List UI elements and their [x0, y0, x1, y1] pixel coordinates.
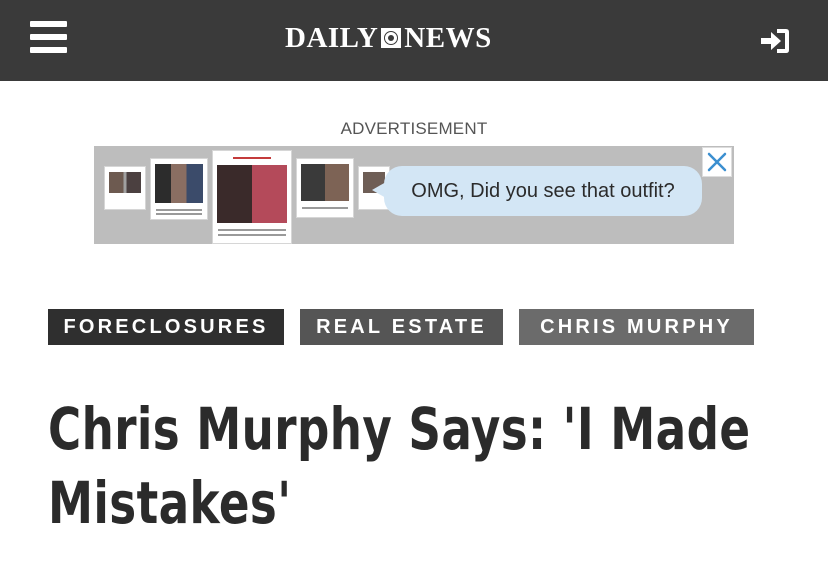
ad-thumbnail	[212, 150, 292, 244]
ad-thumbnail	[104, 166, 146, 210]
logo-text-news: NEWS	[404, 21, 492, 54]
ad-thumbnail	[296, 158, 354, 218]
tag-foreclosures[interactable]: FORECLOSURES	[48, 309, 284, 345]
article-page: DAILY NEWS ADVERTISEMENT OMG, Did you se…	[0, 0, 828, 580]
advertisement-label: ADVERTISEMENT	[340, 119, 488, 138]
close-icon[interactable]	[702, 147, 732, 177]
advertisement-banner[interactable]: OMG, Did you see that outfit?	[94, 146, 734, 244]
site-logo[interactable]: DAILY NEWS	[285, 21, 492, 55]
logo-seal-icon	[381, 28, 402, 48]
sign-in-icon[interactable]	[760, 28, 790, 54]
ad-speech-bubble: OMG, Did you see that outfit?	[372, 166, 702, 216]
ad-thumbnail	[150, 158, 208, 220]
site-header: DAILY NEWS	[0, 0, 828, 81]
hamburger-menu-icon[interactable]	[30, 21, 67, 54]
logo-text-daily: DAILY	[285, 21, 379, 54]
tag-real-estate[interactable]: REAL ESTATE	[300, 309, 503, 345]
article-headline: Chris Murphy Says: 'I Made Mistakes'	[48, 395, 751, 537]
tag-chris-murphy[interactable]: CHRIS MURPHY	[519, 309, 754, 345]
